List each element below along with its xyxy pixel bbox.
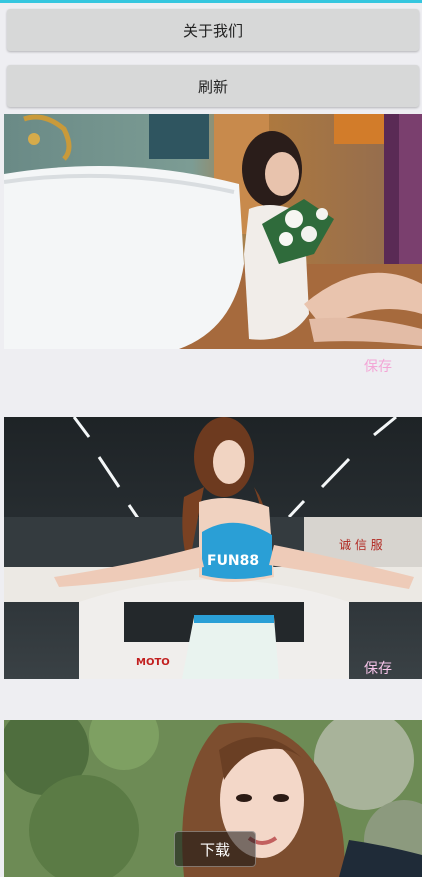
download-button[interactable]: 下载 <box>174 831 256 867</box>
top-accent-line <box>0 0 422 3</box>
photo-racecar-model[interactable]: 诚 信 服 MOTO FUN88 <box>4 417 422 679</box>
save-button-2[interactable]: 保存 <box>364 658 392 678</box>
photo-bathtub-model[interactable] <box>4 114 422 349</box>
save-button[interactable]: 保存 <box>364 356 392 376</box>
refresh-button[interactable]: 刷新 <box>7 65 419 107</box>
shirt-logo-text: FUN88 <box>207 553 259 569</box>
about-us-button[interactable]: 关于我们 <box>7 9 419 51</box>
wall-sign-text: 诚 信 服 <box>339 538 383 552</box>
photo-racecar-image: 诚 信 服 MOTO FUN88 <box>4 417 422 679</box>
photo-bathtub-image <box>4 114 422 349</box>
car-decal-text: MOTO <box>136 657 170 668</box>
